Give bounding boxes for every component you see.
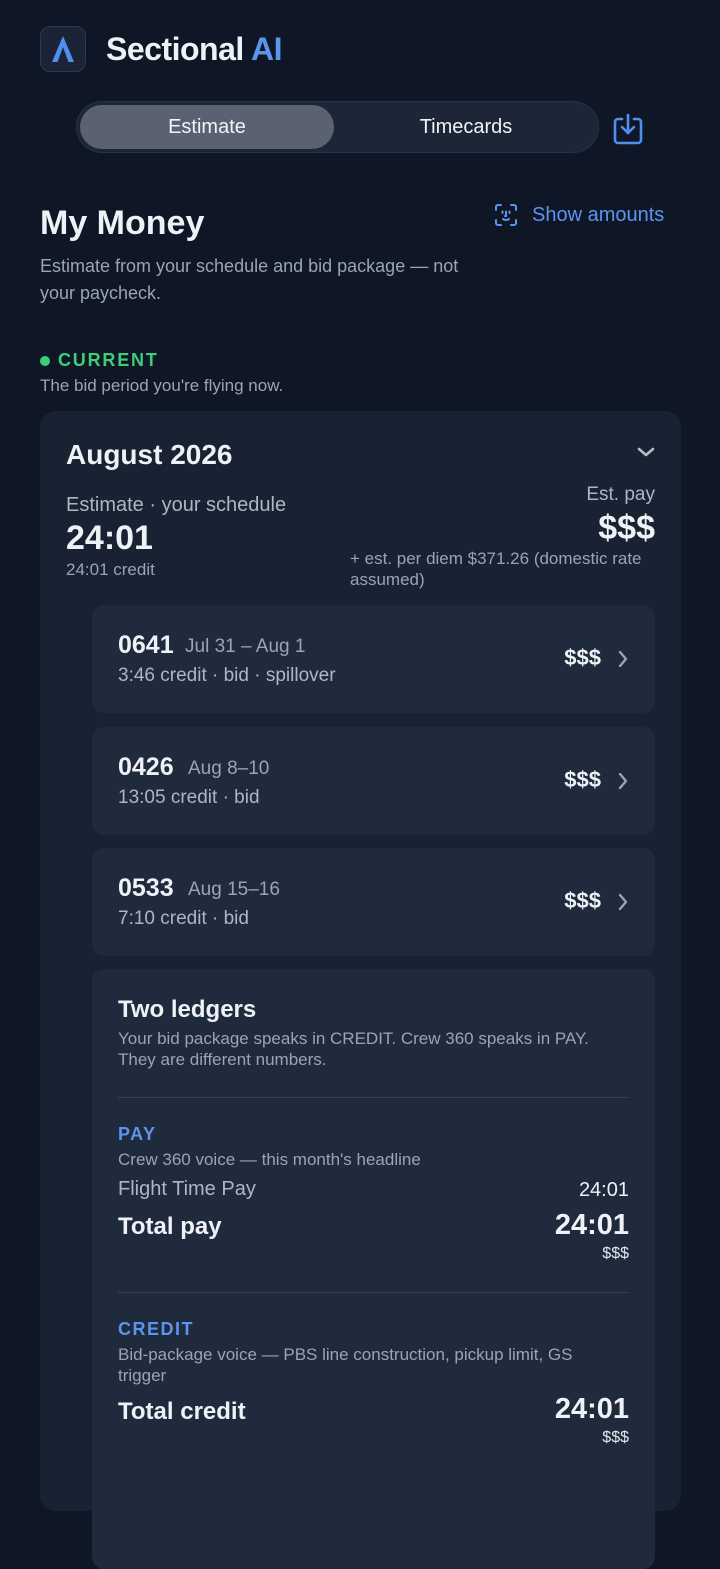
credit-section-label: CREDIT bbox=[118, 1319, 194, 1339]
chevron-right-icon bbox=[617, 892, 629, 917]
total-pay-value: 24:01 bbox=[554, 1209, 629, 1241]
ledgers-card: Two ledgers Your bid package speaks in C… bbox=[92, 969, 655, 1569]
divider bbox=[118, 1292, 629, 1293]
trip-meta: 3:46 credit · bid · spillover bbox=[118, 665, 336, 686]
tab-estimate[interactable]: Estimate bbox=[80, 105, 334, 149]
flight-time-pay-label: Flight Time Pay bbox=[118, 1178, 256, 1200]
tab-timecards[interactable]: Timecards bbox=[339, 105, 593, 149]
trip-amount: $$$ bbox=[564, 888, 601, 913]
trip-meta: 7:10 credit · bid bbox=[118, 908, 249, 929]
trip-dates: Aug 8–10 bbox=[188, 758, 270, 779]
trip-amount: $$$ bbox=[564, 645, 601, 670]
status-dot-icon bbox=[40, 355, 50, 366]
trip-card[interactable]: 0641 Jul 31 – Aug 1 3:46 credit · bid · … bbox=[92, 605, 655, 713]
pay-section-description: Crew 360 voice — this month's headline bbox=[118, 1150, 421, 1169]
divider bbox=[118, 1097, 629, 1098]
total-credit-value: 24:01 bbox=[554, 1393, 629, 1425]
month-title: August 2026 bbox=[66, 439, 233, 470]
app-header: Sectional AI bbox=[40, 26, 282, 72]
chevron-right-icon bbox=[617, 649, 629, 674]
pay-section-label: PAY bbox=[118, 1124, 157, 1144]
current-period-header: CURRENT bbox=[40, 350, 159, 371]
show-amounts-label: Show amounts bbox=[532, 203, 665, 226]
trip-number: 0426 bbox=[118, 753, 174, 781]
total-pay-amount: $$$ bbox=[602, 1245, 629, 1262]
app-title: Sectional AI bbox=[106, 31, 282, 68]
trip-dates: Jul 31 – Aug 1 bbox=[185, 636, 306, 657]
download-icon[interactable] bbox=[612, 112, 644, 146]
trip-card[interactable]: 0426 Aug 8–10 13:05 credit · bid $$$ bbox=[92, 727, 655, 835]
app-title-accent: AI bbox=[250, 30, 283, 67]
flight-time-pay-value: 24:01 bbox=[578, 1179, 629, 1201]
chevron-right-icon bbox=[617, 771, 629, 796]
trip-card[interactable]: 0533 Aug 15–16 7:10 credit · bid $$$ bbox=[92, 848, 655, 956]
credit-section-description: Bid-package voice — PBS line constructio… bbox=[118, 1345, 573, 1385]
est-pay-value: $$$ bbox=[598, 509, 655, 547]
face-id-icon bbox=[495, 204, 517, 226]
ledgers-title: Two ledgers bbox=[118, 996, 257, 1023]
page-subtitle: Estimate from your schedule and bid pack… bbox=[40, 256, 459, 303]
per-diem-note: + est. per diem $371.26 (domestic rate a… bbox=[350, 549, 642, 589]
show-amounts-button[interactable]: Show amounts bbox=[494, 203, 664, 227]
trip-dates: Aug 15–16 bbox=[188, 879, 280, 900]
view-toggle: Estimate Timecards bbox=[76, 101, 599, 153]
chevron-down-icon[interactable] bbox=[636, 445, 656, 464]
total-credit-amount: $$$ bbox=[602, 1429, 629, 1446]
est-pay-label: Est. pay bbox=[586, 484, 655, 505]
trip-number: 0533 bbox=[118, 874, 174, 902]
estimate-credit: 24:01 credit bbox=[66, 560, 155, 579]
trip-amount: $$$ bbox=[564, 767, 601, 792]
month-card: August 2026 Estimate · your schedule 24:… bbox=[40, 411, 681, 1569]
app-logo-icon bbox=[40, 26, 86, 72]
estimate-label: Estimate · your schedule bbox=[66, 494, 287, 516]
total-credit-label: Total credit bbox=[118, 1398, 246, 1425]
trip-number: 0641 bbox=[118, 631, 174, 659]
ledgers-description: Your bid package speaks in CREDIT. Crew … bbox=[118, 1029, 589, 1069]
total-pay-label: Total pay bbox=[118, 1213, 222, 1240]
estimate-hours: 24:01 bbox=[66, 519, 153, 557]
page-title: My Money bbox=[40, 204, 205, 242]
trip-meta: 13:05 credit · bid bbox=[118, 787, 260, 808]
app-title-main: Sectional bbox=[106, 30, 244, 67]
current-description: The bid period you're flying now. bbox=[40, 376, 284, 395]
current-label: CURRENT bbox=[58, 350, 159, 370]
